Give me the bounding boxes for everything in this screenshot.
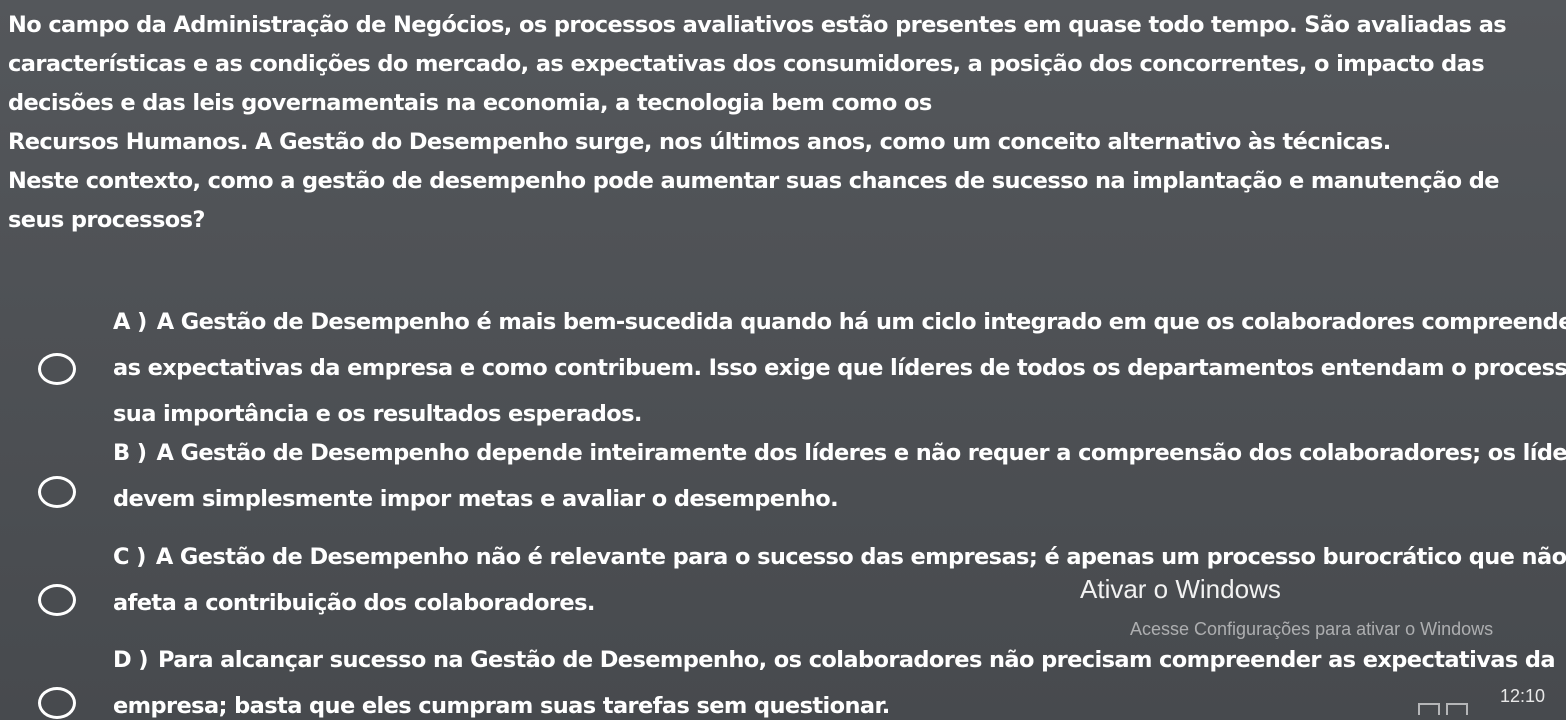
- question-line: seus processos?: [8, 207, 205, 233]
- volume-icon[interactable]: [1446, 703, 1468, 715]
- taskbar-clock[interactable]: 12:10: [1500, 686, 1545, 707]
- option-a-line: A Gestão de Desempenho é mais bem-sucedi…: [156, 309, 1566, 335]
- option-a-radio[interactable]: [38, 353, 76, 385]
- option-b-letter: B ): [113, 440, 147, 466]
- option-d-text[interactable]: D ) Para alcançar sucesso na Gestão de De…: [113, 637, 1556, 720]
- option-b-line: A Gestão de Desempenho depende inteirame…: [156, 440, 1566, 466]
- question-line: características e as condições do mercad…: [8, 51, 1485, 77]
- network-icon[interactable]: [1418, 703, 1440, 715]
- option-c-text[interactable]: C ) A Gestão de Desempenho não é relevant…: [113, 534, 1566, 626]
- question-text: No campo da Administração de Negócios, o…: [8, 6, 1553, 240]
- question-line: Neste contexto, como a gestão de desempe…: [8, 168, 1500, 194]
- option-a-letter: A ): [113, 309, 147, 335]
- option-d-line: empresa; basta que eles cumpram suas tar…: [113, 693, 890, 719]
- option-b-text[interactable]: B ) A Gestão de Desempenho depende inteir…: [113, 430, 1566, 522]
- activate-windows-title: Ativar o Windows: [1080, 574, 1281, 604]
- activate-windows-subtitle: Acesse Configurações para ativar o Windo…: [1130, 619, 1494, 639]
- option-c-letter: C ): [113, 544, 146, 570]
- option-b-line: devem simplesmente impor metas e avaliar…: [113, 486, 839, 512]
- question-line: No campo da Administração de Negócios, o…: [8, 12, 1507, 38]
- option-a-text[interactable]: A ) A Gestão de Desempenho é mais bem-suc…: [113, 299, 1566, 437]
- option-c-line: A Gestão de Desempenho não é relevante p…: [155, 544, 1566, 570]
- option-c-radio[interactable]: [38, 584, 76, 616]
- question-line: Recursos Humanos. A Gestão do Desempenho…: [8, 129, 1391, 155]
- option-a-line: as expectativas da empresa e como contri…: [113, 355, 1566, 381]
- option-d-line: Para alcançar sucesso na Gestão de Desem…: [158, 647, 1556, 673]
- tray-icons[interactable]: [1418, 700, 1478, 715]
- option-d-letter: D ): [113, 647, 149, 673]
- option-b-radio[interactable]: [38, 476, 76, 508]
- option-d-radio[interactable]: [38, 687, 76, 719]
- question-line: decisões e das leis governamentais na ec…: [8, 90, 932, 116]
- screen: No campo da Administração de Negócios, o…: [0, 0, 1566, 720]
